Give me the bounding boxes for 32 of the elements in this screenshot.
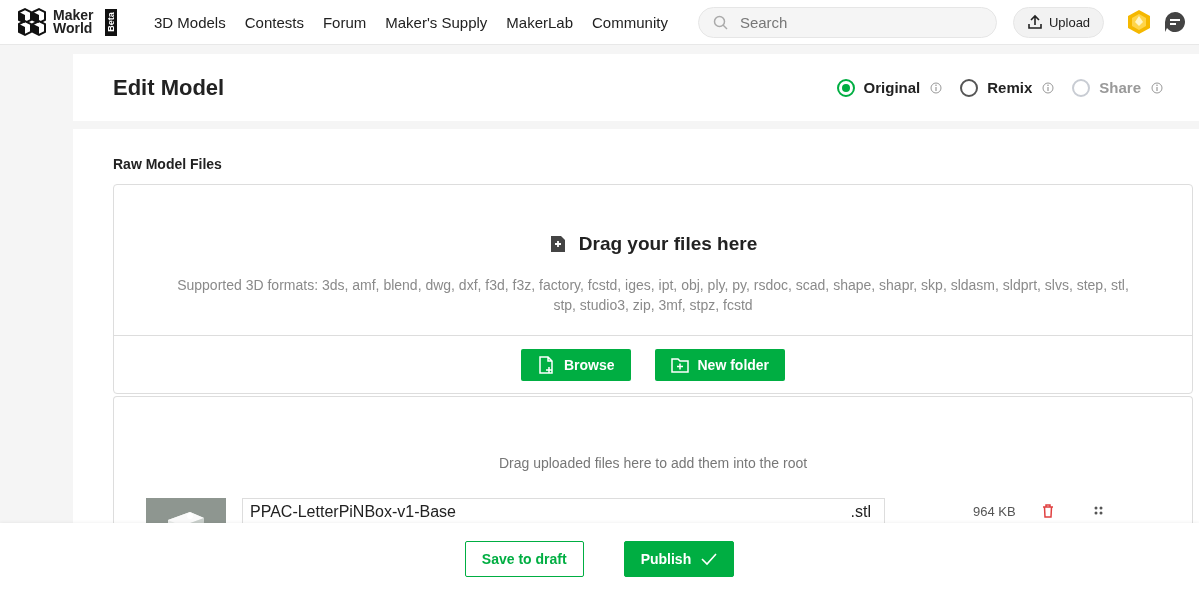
upload-button[interactable]: Upload (1012, 6, 1105, 38)
chat-icon[interactable] (1164, 11, 1187, 33)
drop-title: Drag your files here (578, 233, 758, 255)
nav-link[interactable]: Maker's Supply (385, 13, 488, 31)
formats-text: Supported 3D formats: 3ds, amf, blend, dwg, dxf, f3d, f3z, factory, fcstd, iges, ipt, obj, ply, py, rsdoc, scad, shape, shapr, skp, sldasm, sldprt, slvs, step, stl, stp, studio3, zip, 3mf, stpz, fcstd (176, 276, 1130, 315)
nav-link[interactable]: MakerLab (506, 13, 574, 31)
file-add-icon (548, 235, 567, 253)
drag-handle-icon[interactable] (1093, 506, 1103, 515)
info-icon (1042, 81, 1055, 94)
nav-link[interactable]: Community (592, 13, 668, 31)
section-heading: Raw Model Files (113, 156, 223, 172)
logo-icon (17, 7, 47, 37)
file-plus-icon (536, 356, 555, 374)
check-icon (701, 551, 718, 566)
logo-text[interactable]: Maker World (53, 9, 99, 35)
search-field[interactable]: Search (697, 6, 997, 38)
file-size: 964 KB (973, 504, 1016, 519)
root-hint: Drag uploaded files here to add them into the root (497, 455, 809, 471)
upload-icon (1026, 14, 1043, 30)
page-title: Edit Model (113, 74, 225, 101)
type-radio[interactable]: Original (836, 78, 921, 97)
folder-plus-icon (670, 356, 689, 374)
trash-icon[interactable] (1041, 504, 1054, 518)
nav-link[interactable]: 3D Models (154, 13, 226, 31)
info-icon (930, 81, 943, 94)
nav-link[interactable]: Forum (322, 13, 367, 31)
info-icon (1151, 81, 1163, 94)
nav-link[interactable]: Contests (244, 13, 304, 31)
beta-badge: Beta (105, 8, 117, 36)
search-icon (712, 14, 728, 30)
type-radio[interactable]: Remix (960, 78, 1033, 97)
search-input[interactable]: Search (737, 12, 982, 32)
